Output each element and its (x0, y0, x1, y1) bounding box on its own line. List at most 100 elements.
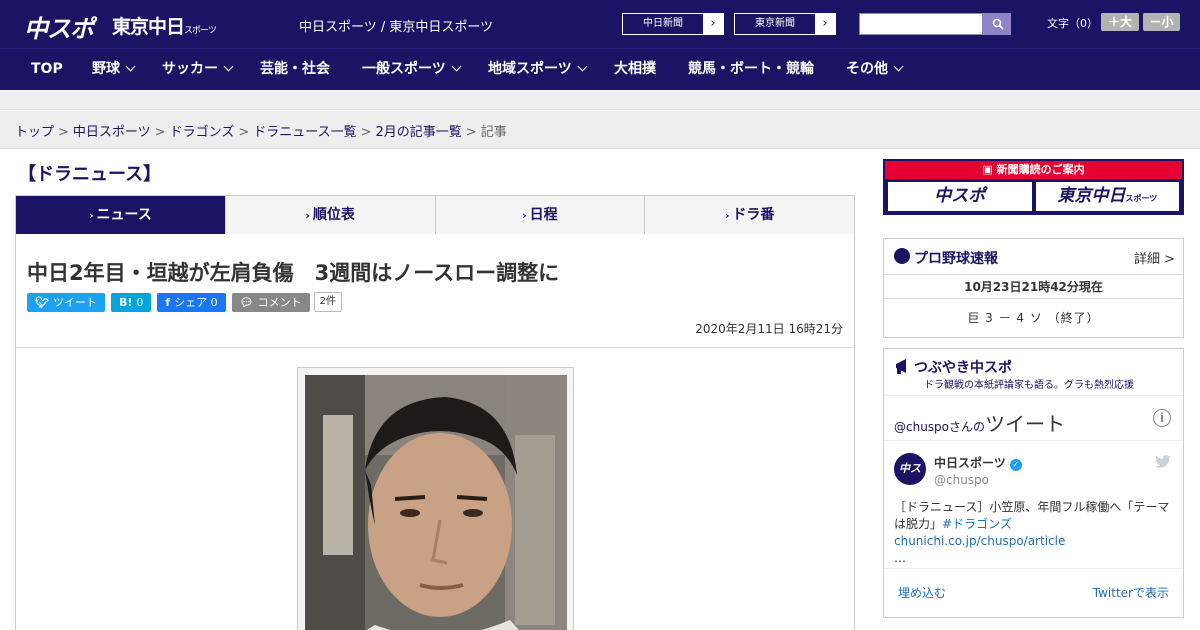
tweet-account[interactable]: @chuspo (934, 473, 989, 487)
font-larger-button[interactable]: ＋大 (1101, 13, 1139, 31)
tweet-button[interactable]: 🐦︎ ツイート (27, 292, 105, 312)
game-score[interactable]: 巨 3 － 4 ソ （終了） (884, 299, 1183, 337)
timeline-label: ツイート (985, 412, 1066, 436)
breadcrumb-link-chunichi-sports[interactable]: 中日スポーツ (73, 125, 151, 140)
chevron-down-icon (577, 61, 588, 72)
chuspo-subscribe-logo[interactable]: 中スポ (888, 182, 1032, 211)
avatar[interactable]: 中ス (894, 453, 926, 485)
facebook-share-button[interactable]: f シェア 0 (157, 292, 226, 312)
tokyo-shimbun-label: 東京新聞 (755, 18, 795, 29)
chevron-right-icon: › (724, 209, 730, 222)
site-link[interactable]: 中日スポーツ / 東京中日スポーツ (299, 16, 493, 35)
timeline-footer: 埋め込む Twitterで表示 (884, 569, 1183, 615)
twitter-bird-icon[interactable] (1155, 455, 1171, 468)
breadcrumb-separator: > (238, 125, 250, 140)
font-smaller-button[interactable]: －小 (1143, 13, 1180, 31)
chevron-right-icon: › (305, 209, 310, 222)
facebook-icon: f (165, 295, 171, 309)
nav-item-racing[interactable]: 競馬・ボート・競輪 (688, 49, 814, 90)
newspaper-icon: ▣ (982, 163, 997, 176)
nav-item-entertainment[interactable]: 芸能・社会 (260, 49, 330, 90)
chuspo-logo[interactable]: 中スポ (24, 9, 94, 44)
tab-label: 順位表 (312, 207, 355, 223)
tab-dra-ban[interactable]: › ドラ番 (644, 196, 854, 234)
nav-label: 野球 (92, 61, 120, 77)
info-icon[interactable]: i (1153, 409, 1171, 427)
score-as-of: 10月23日21時42分現在 (884, 275, 1183, 299)
subscription-title: ▣ 新聞購読のご案内 (885, 161, 1182, 179)
article-timestamp: 2020年2月11日 16時21分 (695, 322, 843, 336)
tweet-label: ツイート (52, 295, 97, 309)
nav-label: 地域スポーツ (488, 61, 572, 77)
chevron-down-icon (223, 61, 234, 72)
tab-standings[interactable]: › 順位表 (224, 196, 435, 234)
tokyo-chunichi-subscribe-logo[interactable]: 東京中日スポーツ (1035, 182, 1179, 211)
nav-item-soccer[interactable]: サッカー (162, 49, 234, 90)
nav-label: TOP (31, 61, 63, 77)
tweet-author[interactable]: 中日スポーツ ✓ (934, 454, 1022, 471)
widget-title: つぶやき中スポ (914, 360, 1012, 376)
nav-item-regional-sports[interactable]: 地域スポーツ (488, 49, 588, 90)
chevron-right-icon: › (703, 14, 723, 34)
article-headline: 中日2年目・垣越が左肩負傷 3週間はノースロー調整に (27, 261, 560, 285)
tweets-widget: つぶやき中スポ ドラ観戦の本紙評論家も語る。グラも熱烈応援 @chuspoさんの… (883, 348, 1184, 618)
tokyo-chunichi-logo[interactable]: 東京中日スポーツ (112, 12, 217, 39)
comment-label: コメント (257, 295, 302, 309)
timeline-handle[interactable]: @chuspo (894, 420, 949, 434)
nav-item-general-sports[interactable]: 一般スポーツ (362, 49, 462, 90)
chevron-down-icon (451, 61, 462, 72)
embed-link[interactable]: 埋め込む (898, 584, 946, 601)
widget-subtitle: ドラ観戦の本紙評論家も語る。グラも熱烈応援 (924, 380, 1134, 391)
view-on-twitter-link[interactable]: Twitterで表示 (1093, 584, 1169, 601)
tab-label: ドラ番 (732, 207, 775, 223)
breadcrumb-link-top[interactable]: トップ (15, 125, 54, 140)
tokyo-logo-small: スポーツ (1125, 194, 1158, 203)
breadcrumb: トップ > 中日スポーツ > ドラゴンズ > ドラニュース一覧 >2月の記事一覧 > 記事 (15, 121, 507, 140)
chunichi-shimbun-label: 中日新聞 (643, 18, 683, 29)
tweet-item[interactable]: 中ス 中日スポーツ ✓ @chuspo ［ドラニュース］小笠原、年間フル稼働へ「テ… (884, 441, 1183, 569)
breadcrumb-link-dra-news[interactable]: ドラニュース一覧 (253, 125, 356, 140)
facebook-label: シェア (174, 295, 208, 309)
hatena-icon: B! (118, 295, 133, 309)
spacer-band (0, 90, 1200, 110)
nav-label: 芸能・社会 (260, 61, 330, 77)
nav-item-other[interactable]: その他 (846, 49, 904, 90)
breadcrumb-separator: > (360, 125, 372, 140)
nav-label: その他 (846, 61, 888, 77)
tweet-text: ［ドラニュース］小笠原、年間フル稼働へ「テーマは脱力」#ドラゴンズchunich… (894, 499, 1174, 567)
chunichi-shimbun-button[interactable]: 中日新聞 › (622, 13, 724, 35)
hatena-bookmark-button[interactable]: B! 0 (110, 292, 152, 312)
tokyo-logo-small: スポーツ (184, 26, 217, 36)
search-button[interactable] (983, 13, 1011, 35)
search-input[interactable] (859, 13, 983, 35)
nav-item-baseball[interactable]: 野球 (92, 49, 136, 90)
article-photo[interactable] (305, 375, 567, 630)
tab-schedule[interactable]: › 日程 (434, 196, 645, 234)
comment-button[interactable]: 💬︎ コメント (231, 292, 310, 312)
tab-label: ニュース (96, 207, 152, 223)
article: 中日2年目・垣越が左肩負傷 3週間はノースロー調整に 🐦︎ ツイート B! 0 fシ… (15, 234, 855, 630)
chevron-right-icon: › (815, 14, 835, 34)
tokyo-shimbun-button[interactable]: 東京新聞 › (734, 13, 836, 35)
nav-label: 大相撲 (614, 61, 656, 77)
search-icon (992, 18, 1004, 30)
timeline-handle-suffix: さんの (949, 420, 986, 434)
tokyo-logo-text: 東京中日 (112, 16, 185, 38)
section-tabs: › ニュース › 順位表 › 日程 › ドラ番 (15, 195, 855, 241)
detail-link[interactable]: 詳細 > (1134, 248, 1175, 267)
widget-header: プロ野球速報 詳細 > (884, 239, 1183, 275)
nav-item-top[interactable]: TOP (31, 49, 63, 90)
nav-item-sumo[interactable]: 大相撲 (614, 49, 656, 90)
tab-news[interactable]: › ニュース (16, 196, 225, 241)
breadcrumb-separator: > (154, 125, 166, 140)
megaphone-icon (896, 359, 906, 374)
subscription-logos: 中スポ 東京中日スポーツ (885, 179, 1182, 214)
tab-label: 日程 (529, 207, 558, 223)
nav-label: 一般スポーツ (362, 61, 446, 77)
breadcrumb-link-dragons[interactable]: ドラゴンズ (170, 125, 235, 140)
breadcrumb-link-february[interactable]: 2月の記事一覧 (376, 125, 462, 140)
facebook-count: 0 (210, 295, 218, 309)
top-bar: 中スポ 東京中日スポーツ 中日スポーツ / 東京中日スポーツ 中日新聞 › 東京… (0, 0, 1200, 48)
subscription-banner[interactable]: ▣ 新聞購読のご案内 中スポ 東京中日スポーツ (883, 159, 1184, 215)
section-title: 【ドラニュース】 (18, 164, 162, 185)
